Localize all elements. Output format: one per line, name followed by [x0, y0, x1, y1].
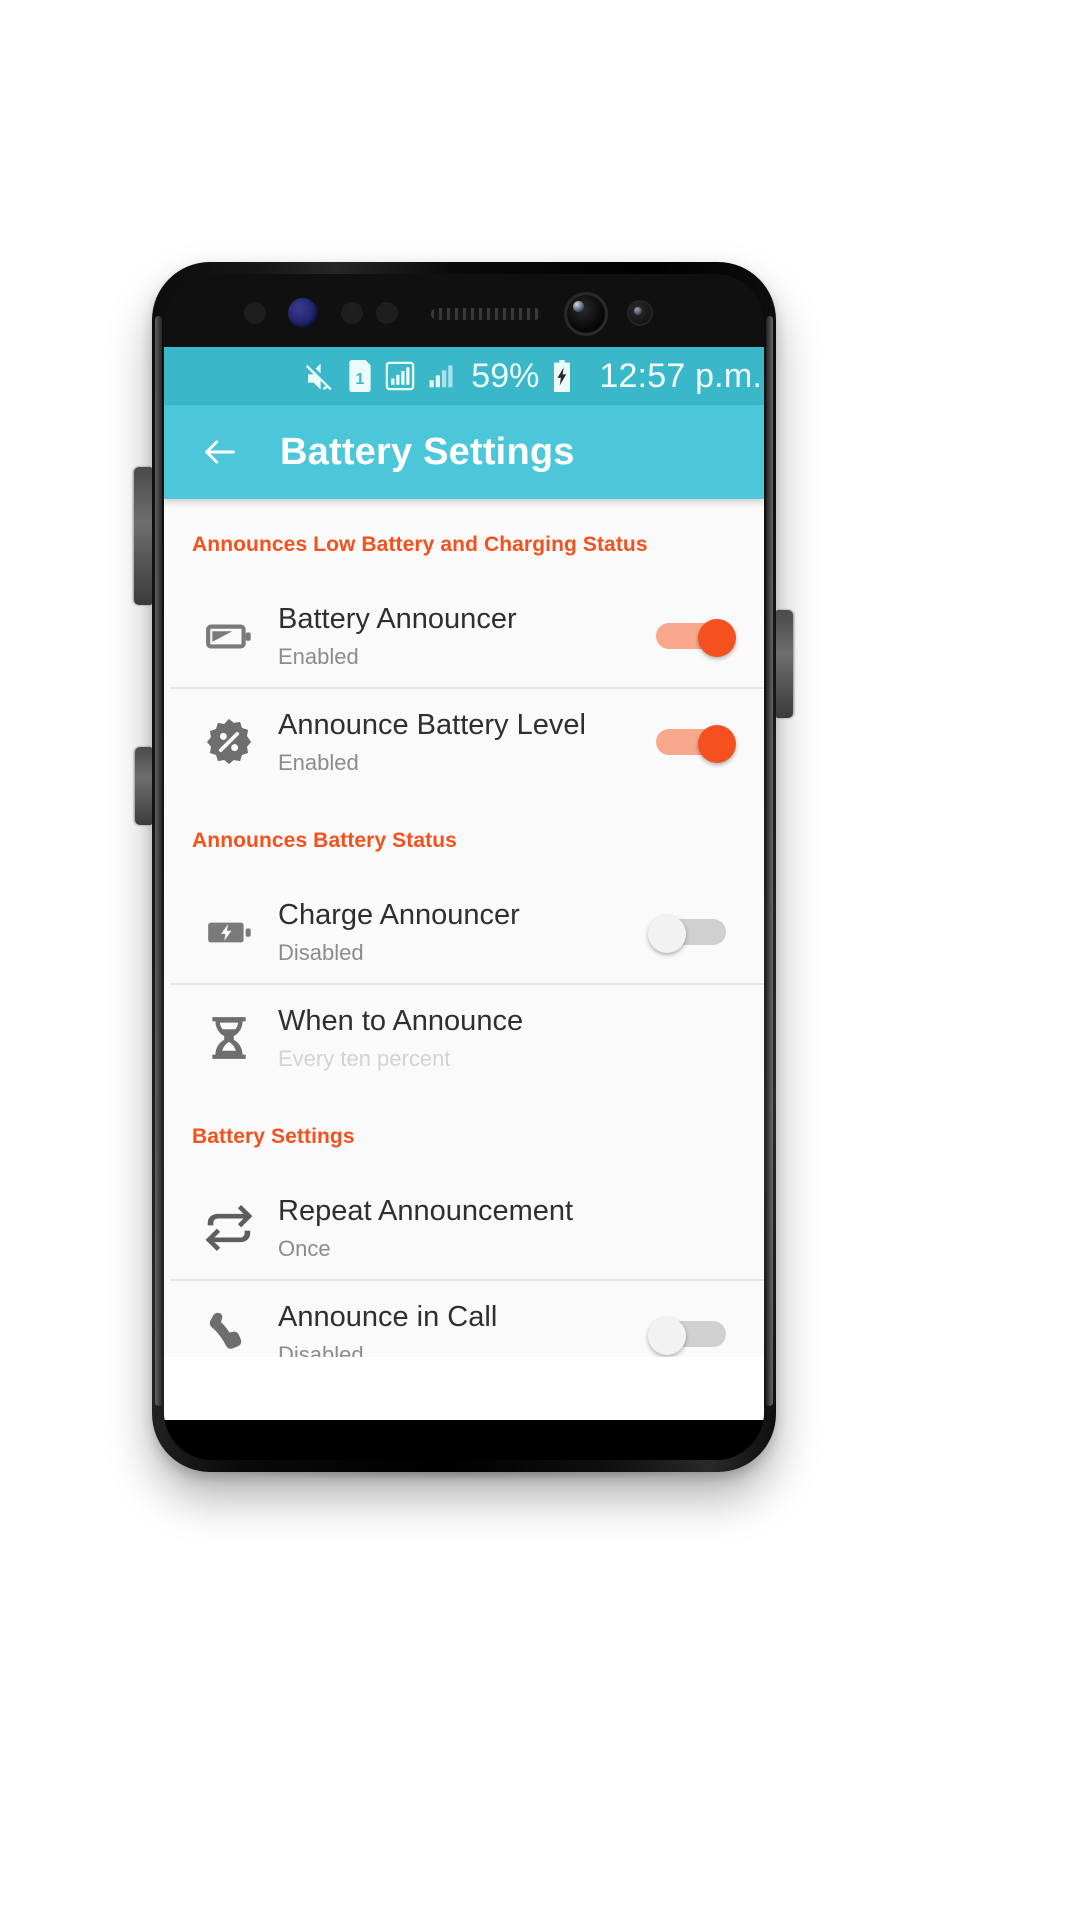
list-item-repeat-announcement[interactable]: Repeat Announcement Once: [164, 1175, 764, 1281]
list-item-text: Repeat Announcement Once: [266, 1194, 736, 1261]
repeat-icon: [192, 1202, 266, 1254]
phone-bezel: 1 59% 12:57 p.m. Battery Settings Announ…: [164, 274, 764, 1460]
back-button[interactable]: [192, 424, 248, 480]
notification-led-icon: [376, 302, 398, 324]
list-item-title: Announce in Call: [278, 1301, 498, 1334]
section-header: Battery Settings: [192, 1125, 355, 1148]
list-item-text: Announce in Call Disabled: [266, 1300, 648, 1357]
list-item-text: Announce Battery Level Enabled: [266, 708, 648, 775]
bixby-button[interactable]: [135, 747, 152, 825]
toggle-knob: [648, 1317, 686, 1355]
battery-charging-icon: [192, 907, 266, 957]
list-item-charge-announcer[interactable]: Charge Announcer Disabled: [164, 879, 764, 985]
sim-1-icon: 1: [349, 360, 371, 392]
app-viewport: 1 59% 12:57 p.m. Battery Settings Announ…: [164, 347, 764, 1357]
phone-in-call-icon: [192, 1308, 266, 1357]
phone-device-frame: 1 59% 12:57 p.m. Battery Settings Announ…: [134, 262, 793, 1472]
list-item-title: Battery Announcer: [278, 603, 517, 636]
list-item-announce-in-call[interactable]: Announce in Call Disabled: [164, 1281, 764, 1357]
toggle-battery-announcer[interactable]: [648, 619, 736, 657]
list-item-subtitle: Disabled: [278, 939, 364, 965]
mute-icon: [306, 363, 332, 391]
toggle-knob: [648, 915, 686, 953]
toggle-announce-battery-level[interactable]: [648, 725, 736, 763]
list-item-title: Charge Announcer: [278, 899, 520, 932]
list-item-text: Battery Announcer Enabled: [266, 602, 648, 669]
list-item-text: Charge Announcer Disabled: [266, 898, 648, 965]
section-header: Announces Low Battery and Charging Statu…: [192, 533, 648, 556]
list-item-title: Repeat Announcement: [278, 1195, 574, 1228]
iris-camera-icon: [627, 300, 653, 326]
phone-screen: 1 59% 12:57 p.m. Battery Settings Announ…: [164, 347, 764, 1420]
battery-percent-label: 59%: [471, 356, 540, 395]
volume-button[interactable]: [134, 467, 152, 605]
arrow-left-icon: [205, 440, 235, 464]
iris-scanner-icon: [288, 298, 318, 328]
battery-half-icon: [192, 611, 266, 661]
list-item-subtitle: Enabled: [278, 643, 359, 669]
settings-list: Announces Low Battery and Charging Statu…: [164, 499, 764, 1357]
status-bar-icons: 1 59% 12:57 p.m.: [301, 357, 764, 396]
app-bar: Battery Settings: [164, 405, 764, 499]
page-title: Battery Settings: [280, 430, 575, 473]
list-item-subtitle: Once: [278, 1235, 331, 1261]
earpiece-speaker-icon: [431, 308, 541, 320]
navigation-bar-area: [164, 1357, 764, 1420]
proximity-sensor-icon: [244, 302, 266, 324]
power-button[interactable]: [776, 610, 793, 718]
phone-sensor-strip: [164, 274, 764, 347]
signal-bars-boxed-icon: [386, 361, 415, 391]
front-camera-icon: [564, 292, 608, 336]
battery-charging-icon: [554, 360, 571, 392]
percent-badge-icon: [192, 716, 266, 768]
toggle-knob: [698, 619, 736, 657]
list-item-title: When to Announce: [278, 1005, 524, 1038]
list-item-battery-announcer[interactable]: Battery Announcer Enabled: [164, 583, 764, 689]
list-item-subtitle: Enabled: [278, 749, 359, 775]
list-item-text: When to Announce Every ten percent: [266, 1004, 736, 1071]
list-item-when-to-announce[interactable]: When to Announce Every ten percent: [164, 985, 764, 1091]
light-sensor-icon: [341, 302, 363, 324]
status-bar: 1 59% 12:57 p.m.: [164, 347, 764, 405]
list-item-title: Announce Battery Level: [278, 709, 586, 742]
hourglass-icon: [192, 1011, 266, 1065]
list-item-announce-battery-level[interactable]: Announce Battery Level Enabled: [164, 689, 764, 795]
toggle-charge-announcer[interactable]: [648, 915, 736, 953]
list-item-subtitle: Disabled: [278, 1341, 364, 1357]
svg-text:1: 1: [356, 371, 365, 388]
section-header: Announces Battery Status: [192, 829, 457, 852]
signal-bars-icon: [429, 365, 453, 388]
list-item-subtitle: Every ten percent: [278, 1045, 451, 1071]
device-drop-shadow: [170, 1455, 760, 1481]
toggle-knob: [698, 725, 736, 763]
clock-label: 12:57 p.m.: [599, 356, 762, 395]
toggle-announce-in-call[interactable]: [648, 1317, 736, 1355]
phone-bottom-bezel: [164, 1420, 764, 1460]
